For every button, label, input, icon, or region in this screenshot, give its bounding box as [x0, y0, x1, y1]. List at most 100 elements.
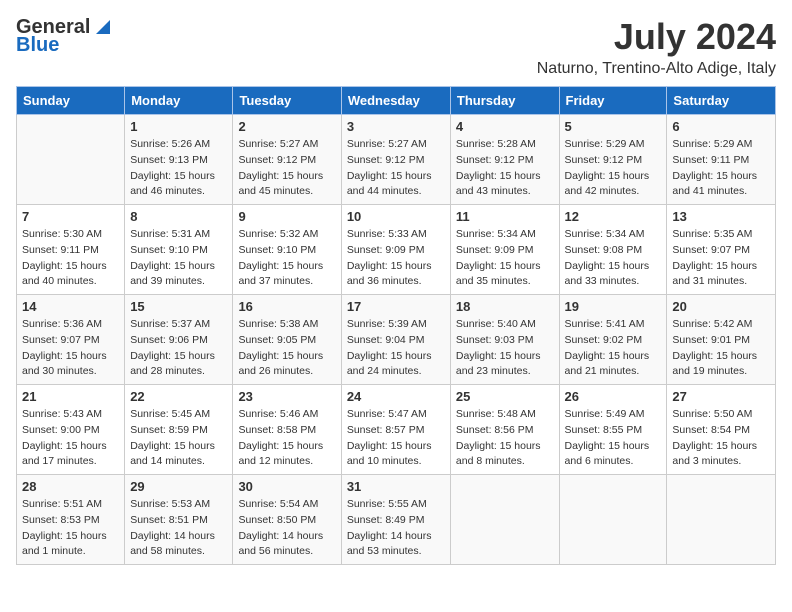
day-number: 11: [456, 209, 554, 224]
day-number: 4: [456, 119, 554, 134]
day-number: 3: [347, 119, 445, 134]
day-info: Sunrise: 5:35 AMSunset: 9:07 PMDaylight:…: [672, 227, 770, 290]
week-row-4: 21Sunrise: 5:43 AMSunset: 9:00 PMDayligh…: [17, 385, 776, 475]
day-info: Sunrise: 5:45 AMSunset: 8:59 PMDaylight:…: [130, 407, 227, 470]
day-info: Sunrise: 5:27 AMSunset: 9:12 PMDaylight:…: [238, 137, 335, 200]
day-info: Sunrise: 5:37 AMSunset: 9:06 PMDaylight:…: [130, 317, 227, 380]
month-title: July 2024: [537, 16, 776, 58]
week-row-1: 1Sunrise: 5:26 AMSunset: 9:13 PMDaylight…: [17, 115, 776, 205]
day-info: Sunrise: 5:36 AMSunset: 9:07 PMDaylight:…: [22, 317, 119, 380]
calendar-cell: 7 Sunrise: 5:30 AMSunset: 9:11 PMDaylight…: [17, 205, 125, 295]
calendar-cell: 10 Sunrise: 5:33 AMSunset: 9:09 PMDayligh…: [341, 205, 450, 295]
calendar-cell: [559, 475, 667, 565]
calendar-table: SundayMondayTuesdayWednesdayThursdayFrid…: [16, 86, 776, 565]
day-info: Sunrise: 5:50 AMSunset: 8:54 PMDaylight:…: [672, 407, 770, 470]
day-info: Sunrise: 5:41 AMSunset: 9:02 PMDaylight:…: [565, 317, 662, 380]
day-info: Sunrise: 5:49 AMSunset: 8:55 PMDaylight:…: [565, 407, 662, 470]
calendar-cell: 13 Sunrise: 5:35 AMSunset: 9:07 PMDayligh…: [667, 205, 776, 295]
day-number: 31: [347, 479, 445, 494]
day-number: 22: [130, 389, 227, 404]
day-number: 17: [347, 299, 445, 314]
week-row-5: 28Sunrise: 5:51 AMSunset: 8:53 PMDayligh…: [17, 475, 776, 565]
day-number: 20: [672, 299, 770, 314]
day-number: 15: [130, 299, 227, 314]
day-info: Sunrise: 5:26 AMSunset: 9:13 PMDaylight:…: [130, 137, 227, 200]
day-info: Sunrise: 5:38 AMSunset: 9:05 PMDaylight:…: [238, 317, 335, 380]
calendar-cell: 23 Sunrise: 5:46 AMSunset: 8:58 PMDayligh…: [233, 385, 341, 475]
calendar-body: 1Sunrise: 5:26 AMSunset: 9:13 PMDaylight…: [17, 115, 776, 565]
logo-blue: Blue: [16, 34, 59, 56]
day-info: Sunrise: 5:46 AMSunset: 8:58 PMDaylight:…: [238, 407, 335, 470]
day-info: Sunrise: 5:48 AMSunset: 8:56 PMDaylight:…: [456, 407, 554, 470]
day-number: 23: [238, 389, 335, 404]
calendar-cell: 24 Sunrise: 5:47 AMSunset: 8:57 PMDayligh…: [341, 385, 450, 475]
header-monday: Monday: [125, 87, 233, 115]
day-number: 28: [22, 479, 119, 494]
calendar-cell: 5Sunrise: 5:29 AMSunset: 9:12 PMDaylight…: [559, 115, 667, 205]
header-wednesday: Wednesday: [341, 87, 450, 115]
day-number: 12: [565, 209, 662, 224]
day-info: Sunrise: 5:28 AMSunset: 9:12 PMDaylight:…: [456, 137, 554, 200]
title-area: July 2024 Naturno, Trentino-Alto Adige, …: [537, 16, 776, 78]
header-sunday: Sunday: [17, 87, 125, 115]
day-number: 29: [130, 479, 227, 494]
day-info: Sunrise: 5:27 AMSunset: 9:12 PMDaylight:…: [347, 137, 445, 200]
day-number: 6: [672, 119, 770, 134]
calendar-cell: [450, 475, 559, 565]
day-number: 10: [347, 209, 445, 224]
day-info: Sunrise: 5:33 AMSunset: 9:09 PMDaylight:…: [347, 227, 445, 290]
day-number: 21: [22, 389, 119, 404]
day-info: Sunrise: 5:29 AMSunset: 9:11 PMDaylight:…: [672, 137, 770, 200]
calendar-cell: 26 Sunrise: 5:49 AMSunset: 8:55 PMDayligh…: [559, 385, 667, 475]
day-number: 30: [238, 479, 335, 494]
day-number: 8: [130, 209, 227, 224]
day-info: Sunrise: 5:32 AMSunset: 9:10 PMDaylight:…: [238, 227, 335, 290]
calendar-cell: 18 Sunrise: 5:40 AMSunset: 9:03 PMDayligh…: [450, 295, 559, 385]
location-title: Naturno, Trentino-Alto Adige, Italy: [537, 60, 776, 78]
day-number: 2: [238, 119, 335, 134]
day-info: Sunrise: 5:39 AMSunset: 9:04 PMDaylight:…: [347, 317, 445, 380]
day-number: 16: [238, 299, 335, 314]
calendar-cell: 20 Sunrise: 5:42 AMSunset: 9:01 PMDayligh…: [667, 295, 776, 385]
day-info: Sunrise: 5:30 AMSunset: 9:11 PMDaylight:…: [22, 227, 119, 290]
day-info: Sunrise: 5:31 AMSunset: 9:10 PMDaylight:…: [130, 227, 227, 290]
calendar-cell: 8 Sunrise: 5:31 AMSunset: 9:10 PMDaylight…: [125, 205, 233, 295]
day-number: 18: [456, 299, 554, 314]
day-info: Sunrise: 5:53 AMSunset: 8:51 PMDaylight:…: [130, 497, 227, 560]
week-row-2: 7 Sunrise: 5:30 AMSunset: 9:11 PMDaylight…: [17, 205, 776, 295]
header-friday: Friday: [559, 87, 667, 115]
header-tuesday: Tuesday: [233, 87, 341, 115]
calendar-cell: 27Sunrise: 5:50 AMSunset: 8:54 PMDayligh…: [667, 385, 776, 475]
day-number: 13: [672, 209, 770, 224]
day-number: 19: [565, 299, 662, 314]
day-info: Sunrise: 5:34 AMSunset: 9:08 PMDaylight:…: [565, 227, 662, 290]
calendar-cell: 11 Sunrise: 5:34 AMSunset: 9:09 PMDayligh…: [450, 205, 559, 295]
day-number: 25: [456, 389, 554, 404]
day-number: 26: [565, 389, 662, 404]
day-info: Sunrise: 5:29 AMSunset: 9:12 PMDaylight:…: [565, 137, 662, 200]
day-info: Sunrise: 5:47 AMSunset: 8:57 PMDaylight:…: [347, 407, 445, 470]
day-info: Sunrise: 5:40 AMSunset: 9:03 PMDaylight:…: [456, 317, 554, 380]
day-number: 7: [22, 209, 119, 224]
calendar-cell: 6 Sunrise: 5:29 AMSunset: 9:11 PMDaylight…: [667, 115, 776, 205]
calendar-cell: 28Sunrise: 5:51 AMSunset: 8:53 PMDayligh…: [17, 475, 125, 565]
calendar-cell: 22 Sunrise: 5:45 AMSunset: 8:59 PMDayligh…: [125, 385, 233, 475]
calendar-cell: 16 Sunrise: 5:38 AMSunset: 9:05 PMDayligh…: [233, 295, 341, 385]
calendar-cell: 14Sunrise: 5:36 AMSunset: 9:07 PMDayligh…: [17, 295, 125, 385]
calendar-cell: 1Sunrise: 5:26 AMSunset: 9:13 PMDaylight…: [125, 115, 233, 205]
header-saturday: Saturday: [667, 87, 776, 115]
day-info: Sunrise: 5:34 AMSunset: 9:09 PMDaylight:…: [456, 227, 554, 290]
calendar-cell: 31Sunrise: 5:55 AMSunset: 8:49 PMDayligh…: [341, 475, 450, 565]
calendar-cell: [667, 475, 776, 565]
day-info: Sunrise: 5:42 AMSunset: 9:01 PMDaylight:…: [672, 317, 770, 380]
calendar-cell: 25 Sunrise: 5:48 AMSunset: 8:56 PMDayligh…: [450, 385, 559, 475]
calendar-cell: 30Sunrise: 5:54 AMSunset: 8:50 PMDayligh…: [233, 475, 341, 565]
calendar-cell: 19 Sunrise: 5:41 AMSunset: 9:02 PMDayligh…: [559, 295, 667, 385]
page-header: General Blue July 2024 Naturno, Trentino…: [16, 16, 776, 78]
calendar-cell: [17, 115, 125, 205]
logo: General Blue: [16, 16, 110, 56]
calendar-cell: 9Sunrise: 5:32 AMSunset: 9:10 PMDaylight…: [233, 205, 341, 295]
week-row-3: 14Sunrise: 5:36 AMSunset: 9:07 PMDayligh…: [17, 295, 776, 385]
day-number: 24: [347, 389, 445, 404]
calendar-cell: 17 Sunrise: 5:39 AMSunset: 9:04 PMDayligh…: [341, 295, 450, 385]
